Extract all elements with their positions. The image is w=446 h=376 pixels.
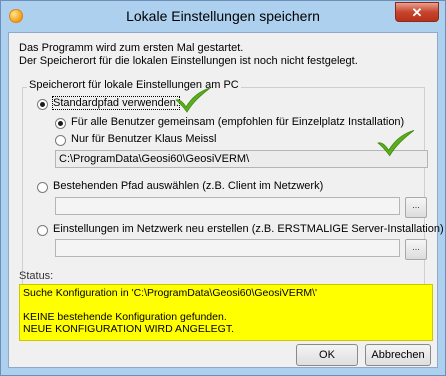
intro-line-2: Der Speicherort für die lokalen Einstell… — [19, 55, 358, 67]
dialog-body: Das Programm wird zum ersten Mal gestart… — [8, 32, 444, 368]
status-line-1: Suche Konfiguration in 'C:\ProgramData\G… — [23, 287, 318, 299]
browse-network-button[interactable]: ... — [405, 239, 427, 260]
radio-user-only[interactable] — [55, 135, 66, 146]
radio-existing-path[interactable] — [37, 182, 48, 193]
status-label: Status: — [19, 270, 54, 282]
label-network-new[interactable]: Einstellungen im Netzwerk neu erstellen … — [53, 223, 444, 235]
standard-path-field[interactable]: C:\ProgramData\Geosi60\GeosiVERM\ — [55, 150, 428, 168]
network-path-field[interactable] — [55, 239, 400, 257]
radio-standard-path[interactable] — [37, 99, 48, 110]
dialog-window: Lokale Einstellungen speichern ✕ Das Pro… — [0, 0, 446, 376]
label-existing-path[interactable]: Bestehenden Pfad auswählen (z.B. Client … — [53, 180, 323, 192]
close-icon: ✕ — [411, 5, 423, 20]
label-all-users[interactable]: Für alle Benutzer gemeinsam (empfohlen f… — [71, 116, 404, 128]
checkmark-icon — [377, 129, 415, 157]
status-line-4: NEUE KONFIGURATION WIRD ANGELEGT. — [23, 323, 234, 335]
close-button[interactable]: ✕ — [395, 2, 439, 22]
status-line-3: KEINE bestehende Konfiguration gefunden. — [23, 311, 227, 323]
ok-button[interactable]: OK — [296, 344, 358, 366]
intro-line-1: Das Programm wird zum ersten Mal gestart… — [19, 42, 244, 54]
label-standard-path[interactable]: Standardpfad verwenden: — [52, 96, 180, 110]
browse-existing-button[interactable]: ... — [405, 197, 427, 218]
status-line-2 — [23, 299, 429, 311]
label-user-only[interactable]: Nur für Benutzer Klaus Meissl — [71, 133, 217, 145]
radio-all-users[interactable] — [55, 118, 66, 129]
status-box: Suche Konfiguration in 'C:\ProgramData\G… — [19, 284, 433, 341]
cancel-button[interactable]: Abbrechen — [365, 344, 431, 366]
radio-network-new[interactable] — [37, 225, 48, 236]
window-title: Lokale Einstellungen speichern — [126, 8, 320, 24]
title-bar[interactable]: Lokale Einstellungen speichern ✕ — [1, 1, 445, 31]
checkmark-icon — [175, 87, 211, 113]
existing-path-field[interactable] — [55, 197, 400, 215]
intro-text: Das Programm wird zum ersten Mal gestart… — [19, 42, 358, 68]
